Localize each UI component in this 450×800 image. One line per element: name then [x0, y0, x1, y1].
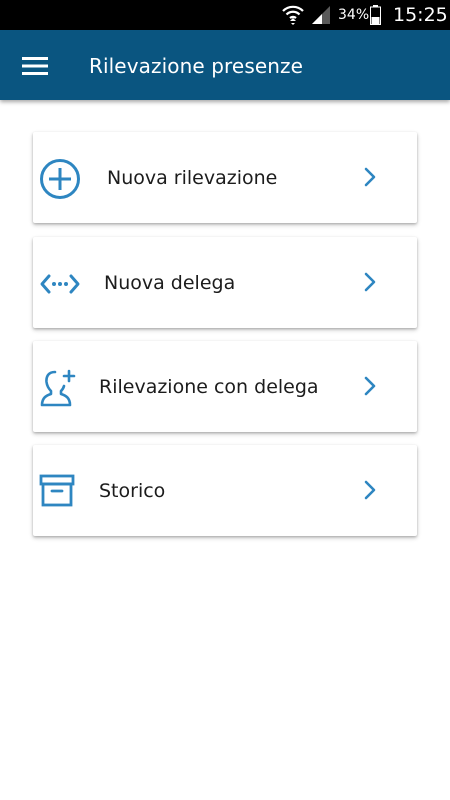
menu-card-label: Rilevazione con delega: [99, 376, 319, 398]
delegate-arrows-icon: [39, 263, 81, 305]
chevron-right-icon: [364, 272, 376, 292]
person-add-icon: [38, 367, 80, 409]
app-bar: Rilevazione presenze: [0, 30, 450, 100]
chevron-right-icon: [364, 376, 376, 396]
menu-card-rilevazione-con-delega[interactable]: Rilevazione con delega: [33, 341, 417, 432]
menu-card-label: Nuova delega: [104, 272, 236, 294]
battery-percentage: 34%: [338, 7, 370, 23]
status-bar: 34% 15:25: [0, 0, 450, 30]
menu-button[interactable]: [14, 48, 56, 84]
add-circle-icon: [39, 158, 81, 200]
menu-card-nuova-delega[interactable]: Nuova delega: [33, 237, 417, 328]
chevron-right-icon: [364, 480, 376, 500]
menu-card-storico[interactable]: Storico: [33, 445, 417, 536]
chevron-right-icon: [364, 167, 376, 187]
clock: 15:25: [393, 4, 448, 26]
hamburger-menu-icon: [22, 57, 48, 75]
menu-card-nuova-rilevazione[interactable]: Nuova rilevazione: [33, 132, 417, 223]
signal-icon: [312, 6, 330, 24]
archive-box-icon: [38, 471, 80, 513]
page-title: Rilevazione presenze: [89, 54, 304, 78]
battery-icon: [370, 5, 381, 25]
menu-card-label: Storico: [99, 480, 166, 502]
menu-card-label: Nuova rilevazione: [107, 167, 278, 189]
wifi-icon: [282, 5, 304, 25]
